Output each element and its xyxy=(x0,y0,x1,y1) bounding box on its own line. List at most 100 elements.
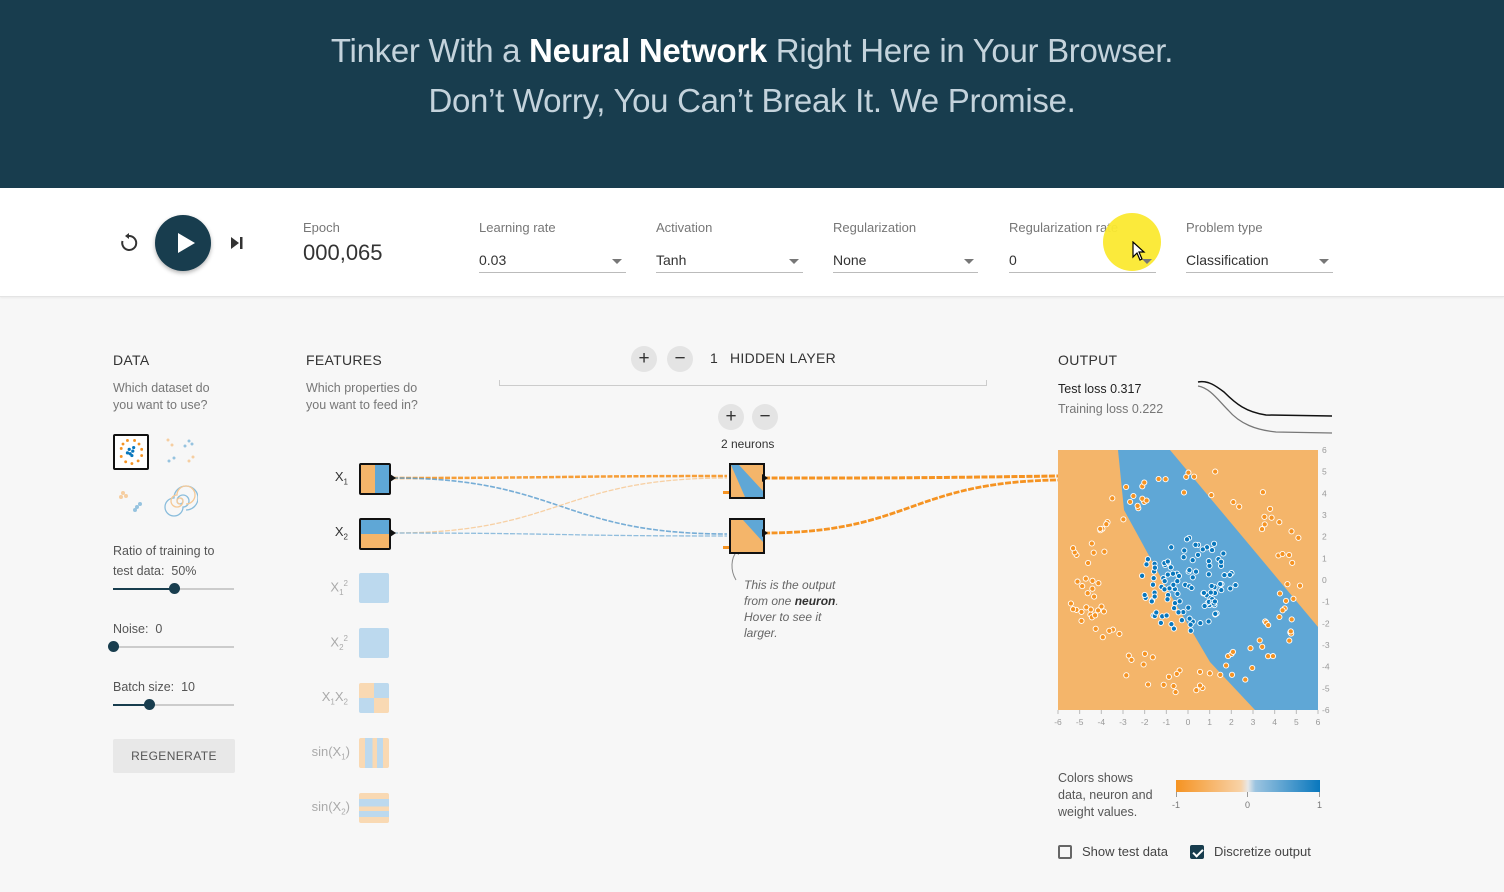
neuron-1[interactable] xyxy=(729,463,765,499)
neuron-2[interactable] xyxy=(729,518,765,554)
blue-point xyxy=(1211,598,1218,605)
blue-point xyxy=(1176,598,1183,605)
orange-point xyxy=(1130,492,1137,500)
link-x2-n2 xyxy=(392,532,728,537)
feature-sin-x2[interactable] xyxy=(359,793,389,823)
play-button[interactable] xyxy=(155,215,211,271)
feature-sin-x1[interactable] xyxy=(359,738,389,768)
dataset-circle[interactable] xyxy=(113,434,149,470)
orange-point xyxy=(1196,682,1204,689)
data-subtitle: Which dataset do you want to use? xyxy=(113,380,210,414)
x1-out-arrow xyxy=(390,474,396,482)
feature-x1-squared[interactable] xyxy=(359,573,389,603)
add-layer-button[interactable]: + xyxy=(631,346,657,372)
orange-point xyxy=(1078,608,1085,615)
orange-point xyxy=(1101,548,1108,555)
blue-point xyxy=(1161,578,1168,585)
orange-point xyxy=(1145,681,1152,688)
orange-point xyxy=(1141,479,1148,486)
dataset-spiral[interactable] xyxy=(162,483,198,519)
regularization-label: Regularization xyxy=(833,220,917,235)
orange-point xyxy=(1191,473,1198,480)
batch-slider[interactable] xyxy=(113,699,234,710)
regularization-select[interactable]: None xyxy=(833,248,978,273)
orange-point xyxy=(1141,650,1148,657)
dataset-xor[interactable] xyxy=(162,434,198,470)
remove-neuron-button[interactable]: − xyxy=(752,404,778,430)
orange-point xyxy=(1097,525,1104,532)
note-pointer xyxy=(731,550,738,581)
data-subtitle-line-2: you want to use? xyxy=(113,398,208,412)
x2-out-arrow xyxy=(390,529,396,537)
training-loss-curve xyxy=(1197,385,1333,434)
problem-type-select[interactable]: Classification xyxy=(1186,248,1333,273)
feature-label-x2-squared: X22 xyxy=(330,634,348,652)
step-icon[interactable] xyxy=(229,235,245,251)
blue-point xyxy=(1171,605,1178,612)
output-title: OUTPUT xyxy=(1058,352,1118,368)
legend-text-line-2: data, neuron and xyxy=(1058,788,1153,802)
orange-point xyxy=(1123,672,1130,679)
ratio-slider-handle[interactable] xyxy=(168,583,180,594)
test-loss: Test loss 0.317 xyxy=(1058,382,1141,396)
show-test-data-checkbox[interactable] xyxy=(1058,845,1072,859)
blue-point xyxy=(1187,627,1194,634)
neurons-count-label: 2 neurons xyxy=(721,437,775,451)
activation-select[interactable]: Tanh xyxy=(656,248,803,273)
feature-x2[interactable] xyxy=(359,518,391,550)
feature-x1x2[interactable] xyxy=(359,683,389,713)
orange-point xyxy=(1265,653,1272,660)
orange-point xyxy=(1143,497,1150,504)
blue-point xyxy=(1164,571,1171,578)
blue-point xyxy=(1141,591,1148,599)
features-subtitle-line-2: you want to feed in? xyxy=(306,398,418,412)
feature-x2-squared[interactable] xyxy=(359,628,389,658)
noise-slider-handle[interactable] xyxy=(108,641,119,652)
legend-tick-mid xyxy=(1247,792,1248,797)
blue-point xyxy=(1153,609,1160,616)
hero-banner: Tinker With a Neural Network Right Here … xyxy=(0,0,1504,188)
orange-point xyxy=(1085,559,1092,567)
discretize-output-checkbox[interactable] xyxy=(1190,845,1204,859)
regularization-rate-value: 0 xyxy=(1009,252,1017,268)
layers-bracket-left xyxy=(499,380,500,386)
orange-point xyxy=(1100,608,1107,615)
ratio-label-line-1: Ratio of training to xyxy=(113,544,215,558)
neuron-1-bias[interactable] xyxy=(723,491,729,494)
chevron-down-icon xyxy=(964,259,974,264)
orange-point xyxy=(1249,664,1256,672)
layers-bracket xyxy=(499,385,987,386)
add-neuron-button[interactable]: + xyxy=(718,404,744,430)
ratio-slider-fill xyxy=(113,588,174,590)
remove-layer-button[interactable]: − xyxy=(667,346,693,372)
orange-point xyxy=(1123,483,1130,491)
orange-point xyxy=(1120,516,1127,523)
ratio-slider[interactable] xyxy=(113,583,234,594)
features-title: FEATURES xyxy=(306,352,383,368)
noise-slider[interactable] xyxy=(108,641,234,652)
orange-point xyxy=(1134,502,1141,509)
blue-point xyxy=(1205,558,1212,565)
dataset-gaussian[interactable] xyxy=(113,483,149,519)
neuron-1-out-arrow xyxy=(762,474,768,482)
reset-icon[interactable] xyxy=(119,233,139,253)
learning-rate-select[interactable]: 0.03 xyxy=(479,248,626,273)
data-title: DATA xyxy=(113,352,150,368)
orange-point xyxy=(1098,603,1105,610)
regenerate-button[interactable]: REGENERATE xyxy=(113,739,235,773)
link-n2-out xyxy=(763,478,1059,535)
orange-point xyxy=(1276,613,1283,621)
batch-slider-handle[interactable] xyxy=(144,699,156,710)
orange-point xyxy=(1267,505,1274,512)
orange-point xyxy=(1276,519,1283,526)
orange-point xyxy=(1288,528,1295,535)
y-axis-ticks: -6 -5 -4 -3 -2 -1 0 1 2 3 4 5 6 xyxy=(1322,445,1330,715)
ratio-label: Ratio of training to test data: 50% xyxy=(113,541,214,581)
activation-label: Activation xyxy=(656,220,713,235)
blue-point xyxy=(1164,596,1171,603)
neuron-2-bias[interactable] xyxy=(723,546,729,549)
hidden-layers-count: 1 xyxy=(710,350,718,366)
feature-x1[interactable] xyxy=(359,463,391,495)
epoch-label: Epoch xyxy=(303,220,340,235)
blue-point xyxy=(1186,615,1193,622)
